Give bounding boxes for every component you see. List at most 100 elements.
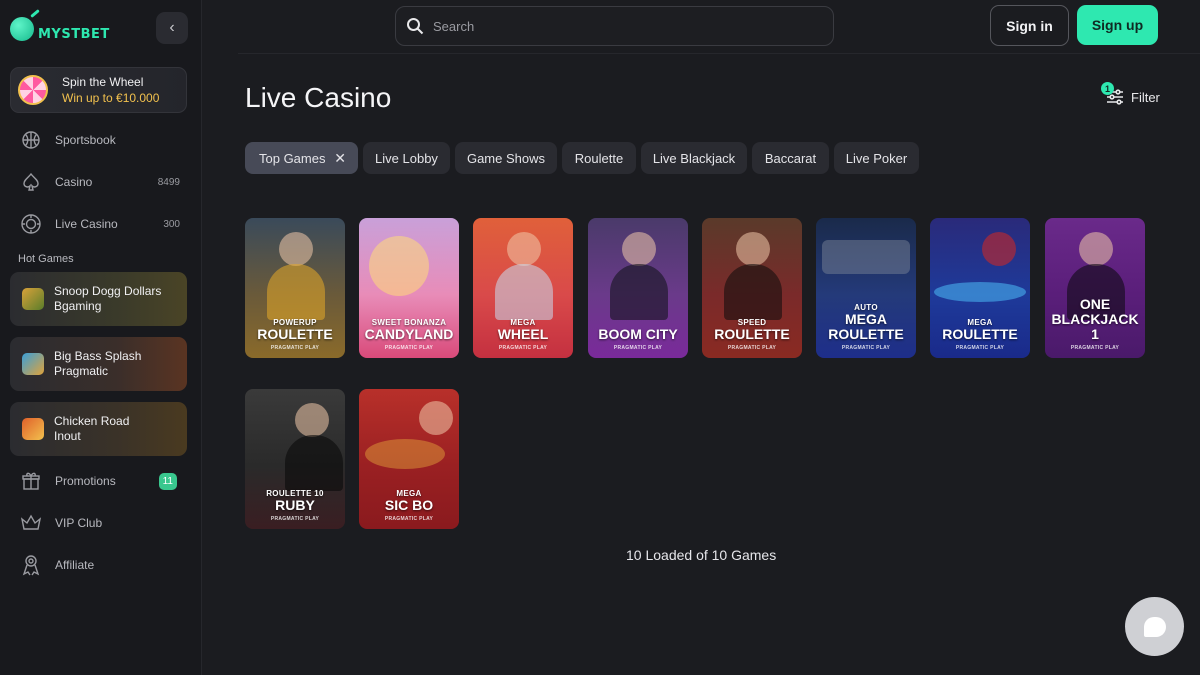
sic-bo-table-image — [365, 439, 445, 469]
game-card[interactable]: MEGA SIC BO PRAGMATIC PLAY — [359, 389, 459, 529]
game-provider: PRAGMATIC PLAY — [384, 345, 434, 351]
casino-count: 8499 — [157, 176, 180, 188]
hot-game-card[interactable]: Snoop Dogg Dollars Bgaming — [10, 272, 187, 326]
game-host-image — [295, 403, 329, 437]
tab-live-blackjack[interactable]: Live Blackjack — [641, 142, 747, 174]
hot-game-provider: Pragmatic — [54, 364, 109, 378]
game-host-image — [982, 232, 1016, 266]
spin-subtitle: Win up to €10.000 — [62, 91, 160, 105]
hot-game-card[interactable]: Chicken Road Inout — [10, 402, 187, 456]
sidebar-item-casino[interactable]: Casino 8499 — [20, 170, 180, 194]
sidebar-item-sportsbook[interactable]: Sportsbook — [20, 128, 180, 152]
game-provider: PRAGMATIC PLAY — [1070, 345, 1120, 351]
chip-icon — [20, 213, 42, 235]
game-card[interactable]: BOOM CITY PRAGMATIC PLAY — [588, 218, 688, 358]
game-provider: PRAGMATIC PLAY — [384, 516, 434, 522]
sidebar-item-live-casino[interactable]: Live Casino 300 — [20, 212, 180, 236]
game-host-image — [279, 232, 313, 266]
game-card[interactable]: ONE BLACKJACK 1 PRAGMATIC PLAY — [1045, 218, 1145, 358]
game-title: BOOM CITY — [598, 326, 678, 342]
hot-game-provider: Bgaming — [54, 299, 102, 313]
sign-in-button[interactable]: Sign in — [990, 5, 1069, 46]
game-title: ROULETTE — [257, 326, 333, 342]
sidebar-item-label: Live Casino — [55, 217, 118, 231]
game-provider: PRAGMATIC PLAY — [270, 345, 320, 351]
roulette-wheel-image — [934, 282, 1026, 302]
hot-game-title: Big Bass Splash — [54, 349, 142, 363]
game-card[interactable]: ROULETTE 10 RUBY PRAGMATIC PLAY — [245, 389, 345, 529]
sidebar-item-label: VIP Club — [55, 516, 103, 530]
hot-games-label: Hot Games — [18, 253, 74, 265]
game-provider: PRAGMATIC PLAY — [613, 345, 663, 351]
tab-live-poker[interactable]: Live Poker — [834, 142, 919, 174]
game-host-image — [622, 232, 656, 266]
brand-logo[interactable]: MYSTBET — [10, 12, 110, 46]
spin-title: Spin the Wheel — [62, 75, 144, 89]
game-provider: PRAGMATIC PLAY — [270, 516, 320, 522]
game-host-image — [419, 401, 453, 435]
filter-label: Filter — [1131, 89, 1160, 105]
promotions-badge: 11 — [158, 472, 177, 490]
spin-the-wheel-card[interactable]: Spin the Wheel Win up to €10.000 — [10, 67, 187, 113]
game-title: ROULETTE — [714, 326, 790, 342]
app-root: MYSTBET ‹ Spin the Wheel Win up to €10.0… — [0, 0, 1200, 675]
game-provider: PRAGMATIC PLAY — [498, 345, 548, 351]
game-thumbnail — [22, 418, 44, 440]
hot-game-card[interactable]: Big Bass Splash Pragmatic — [10, 337, 187, 391]
game-thumbnail — [22, 353, 44, 375]
live-casino-count: 300 — [163, 218, 180, 230]
game-host-image — [1079, 232, 1113, 266]
tab-top-games[interactable]: Top Games ✕ — [245, 142, 358, 174]
tab-live-lobby[interactable]: Live Lobby — [363, 142, 450, 174]
chat-button[interactable] — [1125, 597, 1184, 656]
sidebar-item-label: Casino — [55, 175, 93, 189]
game-provider: PRAGMATIC PLAY — [841, 345, 891, 351]
sidebar-item-label: Affiliate — [55, 558, 95, 572]
chevron-left-icon: ‹ — [169, 19, 175, 36]
filter-icon: 1 — [1101, 82, 1126, 108]
hot-game-title: Chicken Road — [54, 414, 130, 428]
logo-text: MYSTBET — [38, 26, 110, 42]
game-card[interactable]: SWEET BONANZA CANDYLAND PRAGMATIC PLAY — [359, 218, 459, 358]
game-card[interactable]: POWERUP ROULETTE PRAGMATIC PLAY — [245, 218, 345, 358]
sign-up-button[interactable]: Sign up — [1077, 5, 1158, 45]
game-title: ROULETTE — [942, 326, 1018, 342]
sidebar-item-vip-club[interactable]: VIP Club — [20, 511, 180, 535]
game-host-body — [610, 264, 668, 320]
search-input[interactable] — [433, 18, 813, 34]
game-thumbnail — [22, 288, 44, 310]
sidebar-item-label: Sportsbook — [55, 133, 116, 147]
tab-baccarat[interactable]: Baccarat — [752, 142, 829, 174]
search-bar[interactable] — [395, 6, 834, 46]
collapse-sidebar-button[interactable]: ‹ — [156, 12, 188, 44]
game-title: ONE BLACKJACK 1 — [1051, 296, 1139, 342]
game-title: CANDYLAND — [364, 326, 454, 342]
game-card[interactable]: MEGA WHEEL PRAGMATIC PLAY — [473, 218, 573, 358]
game-host-body — [495, 264, 553, 320]
game-title: SIC BO — [384, 497, 434, 513]
game-card[interactable]: AUTO MEGA ROULETTE PRAGMATIC PLAY — [816, 218, 916, 358]
loaded-count-text: 10 Loaded of 10 Games — [626, 547, 777, 563]
filter-button[interactable]: 1 Filter — [1101, 82, 1160, 108]
sidebar: MYSTBET ‹ Spin the Wheel Win up to €10.0… — [0, 0, 202, 675]
basketball-icon — [20, 129, 42, 151]
spade-icon — [20, 171, 42, 193]
hot-game-provider: Inout — [54, 429, 81, 443]
sidebar-item-promotions[interactable]: Promotions 11 — [20, 469, 177, 493]
game-title: WHEEL — [497, 326, 549, 342]
game-multiplier-panel — [822, 240, 910, 274]
sidebar-item-affiliate[interactable]: Affiliate — [20, 553, 180, 577]
tab-game-shows[interactable]: Game Shows — [455, 142, 557, 174]
page-title: Live Casino — [245, 82, 392, 113]
game-card[interactable]: MEGA ROULETTE PRAGMATIC PLAY — [930, 218, 1030, 358]
crown-icon — [20, 512, 42, 534]
filter-count-badge: 1 — [1101, 82, 1114, 95]
game-host-image — [507, 232, 541, 266]
close-icon[interactable]: ✕ — [334, 150, 346, 167]
game-provider: PRAGMATIC PLAY — [955, 345, 1005, 351]
game-host-body — [724, 264, 782, 320]
tab-roulette[interactable]: Roulette — [562, 142, 636, 174]
game-card[interactable]: SPEED ROULETTE PRAGMATIC PLAY — [702, 218, 802, 358]
game-host-image — [369, 236, 429, 296]
game-title: MEGA ROULETTE — [828, 311, 904, 342]
